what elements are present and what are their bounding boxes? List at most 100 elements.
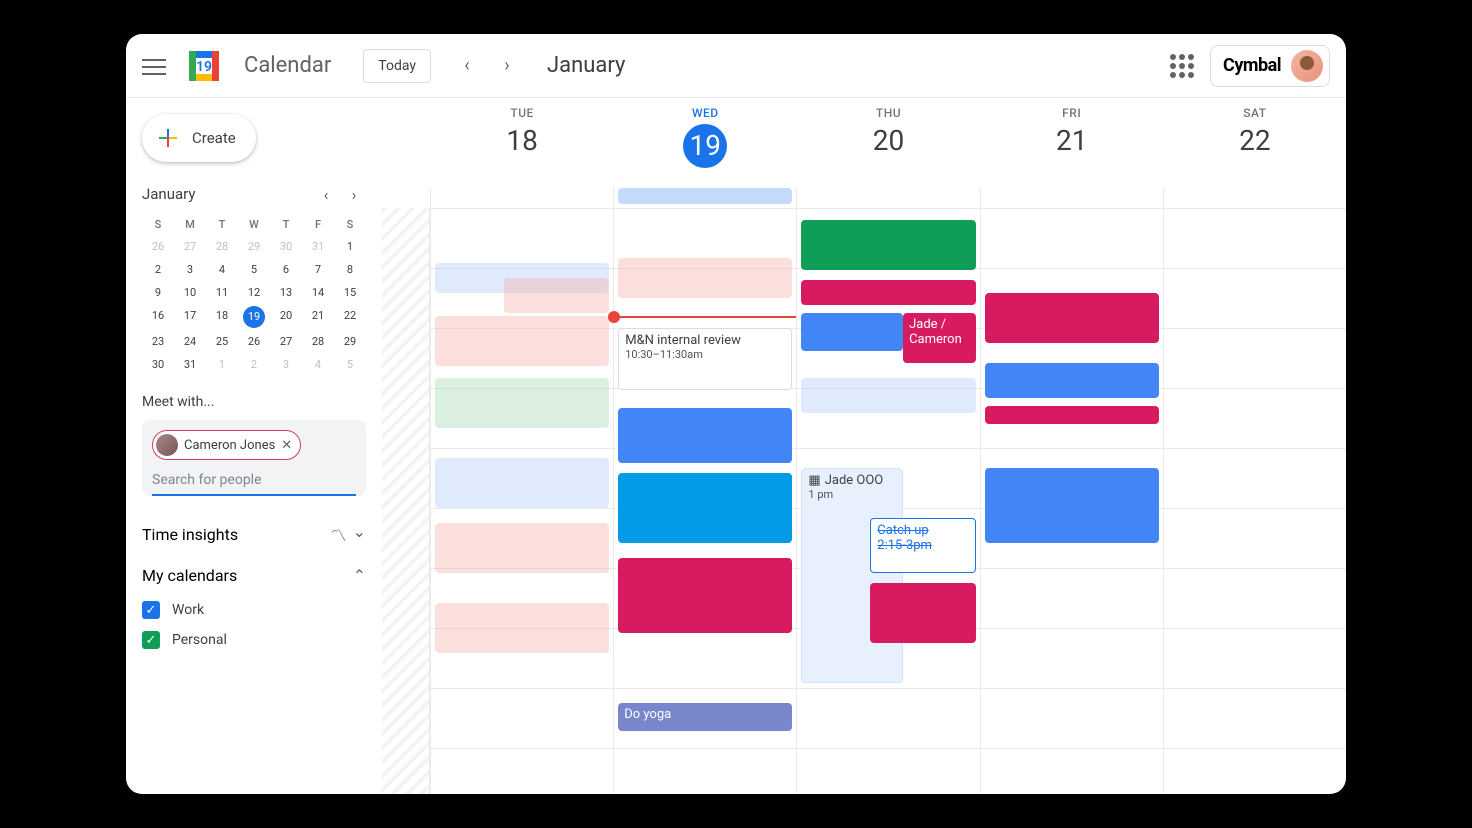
mini-day[interactable]: 13 — [270, 281, 302, 304]
mini-day[interactable]: 16 — [142, 304, 174, 330]
event[interactable] — [985, 468, 1159, 543]
mini-day[interactable]: 3 — [174, 258, 206, 281]
time-insights-toggle[interactable]: Time insights 〽⌄ — [142, 512, 366, 556]
mini-day[interactable]: 31 — [174, 353, 206, 376]
person-chip[interactable]: Cameron Jones ✕ — [152, 430, 301, 460]
create-button[interactable]: Create — [142, 114, 256, 162]
calendar-item-work[interactable]: ✓ Work — [142, 595, 366, 625]
checkbox-checked-icon[interactable]: ✓ — [142, 601, 160, 619]
day-header[interactable]: THU20 — [796, 98, 979, 188]
event[interactable] — [801, 378, 975, 413]
mini-day[interactable]: 26 — [238, 330, 270, 353]
mini-day[interactable]: 14 — [302, 281, 334, 304]
event[interactable] — [618, 258, 792, 298]
event-jade-ooo[interactable]: ▦Jade OOO 1 pm — [801, 468, 903, 683]
prev-week-button[interactable]: ‹ — [451, 50, 483, 82]
mini-day[interactable]: 5 — [238, 258, 270, 281]
event[interactable] — [435, 523, 609, 573]
mini-day[interactable]: 29 — [238, 235, 270, 258]
event-jade-cameron[interactable]: Jade / Cameron — [903, 313, 976, 363]
event[interactable] — [801, 220, 975, 270]
mini-calendar[interactable]: SMTWTFS262728293031123456789101112131415… — [142, 214, 366, 376]
my-calendars-toggle[interactable]: My calendars ⌃ — [142, 556, 366, 595]
mini-day[interactable]: 2 — [238, 353, 270, 376]
event[interactable] — [870, 583, 975, 643]
mini-day[interactable]: 5 — [334, 353, 366, 376]
event[interactable] — [435, 458, 609, 508]
event[interactable] — [985, 293, 1159, 343]
mini-day[interactable]: 8 — [334, 258, 366, 281]
event[interactable] — [985, 406, 1159, 424]
mini-day[interactable]: 26 — [142, 235, 174, 258]
day-column[interactable]: Jade / Cameron ▦Jade OOO 1 pm Catch up 2… — [796, 208, 979, 794]
event-time: 10:30–11:30am — [625, 348, 785, 361]
mini-day[interactable]: 22 — [334, 304, 366, 330]
event[interactable] — [618, 558, 792, 633]
mini-day[interactable]: 17 — [174, 304, 206, 330]
mini-day[interactable]: 15 — [334, 281, 366, 304]
mini-day[interactable]: 7 — [302, 258, 334, 281]
mini-day[interactable]: 4 — [302, 353, 334, 376]
apps-grid-icon[interactable] — [1170, 54, 1194, 78]
chip-remove-icon[interactable]: ✕ — [281, 438, 292, 453]
event[interactable] — [435, 316, 609, 366]
event[interactable] — [435, 378, 609, 428]
mini-day[interactable]: 27 — [174, 235, 206, 258]
mini-day[interactable]: 28 — [302, 330, 334, 353]
create-label: Create — [192, 129, 236, 147]
mini-day[interactable]: 24 — [174, 330, 206, 353]
mini-prev-month[interactable]: ‹ — [314, 182, 338, 206]
mini-day[interactable]: 30 — [142, 353, 174, 376]
mini-day[interactable]: 28 — [206, 235, 238, 258]
mini-day[interactable]: 9 — [142, 281, 174, 304]
event[interactable] — [504, 278, 609, 313]
mini-day[interactable]: 3 — [270, 353, 302, 376]
mini-day[interactable]: 19 — [243, 306, 265, 328]
mini-day[interactable]: 27 — [270, 330, 302, 353]
mini-day[interactable]: 31 — [302, 235, 334, 258]
account-chip[interactable]: Cymbal — [1210, 45, 1330, 87]
day-header[interactable]: FRI21 — [980, 98, 1163, 188]
today-button[interactable]: Today — [363, 49, 431, 83]
mini-day[interactable]: 1 — [334, 235, 366, 258]
mini-day[interactable]: 12 — [238, 281, 270, 304]
next-week-button[interactable]: › — [491, 50, 523, 82]
day-column[interactable]: M&N internal review 10:30–11:30am Do yog… — [613, 208, 796, 794]
mini-day[interactable]: 10 — [174, 281, 206, 304]
event[interactable] — [618, 473, 792, 543]
calendar-name: Personal — [172, 632, 227, 648]
event[interactable] — [618, 408, 792, 463]
day-column[interactable] — [1163, 208, 1346, 794]
mini-day[interactable]: 30 — [270, 235, 302, 258]
day-header[interactable]: TUE18 — [430, 98, 613, 188]
event[interactable] — [801, 280, 975, 305]
menu-icon[interactable] — [142, 54, 166, 78]
day-column[interactable] — [980, 208, 1163, 794]
mini-day[interactable]: 6 — [270, 258, 302, 281]
mini-day[interactable]: 1 — [206, 353, 238, 376]
mini-day[interactable]: 29 — [334, 330, 366, 353]
allday-event[interactable] — [618, 188, 792, 204]
mini-day[interactable]: 4 — [206, 258, 238, 281]
mini-next-month[interactable]: › — [342, 182, 366, 206]
day-column[interactable] — [430, 208, 613, 794]
event-mn-review[interactable]: M&N internal review 10:30–11:30am — [618, 328, 792, 390]
mini-day[interactable]: 25 — [206, 330, 238, 353]
event-do-yoga[interactable]: Do yoga — [618, 703, 792, 731]
mini-day[interactable]: 2 — [142, 258, 174, 281]
calendar-item-personal[interactable]: ✓ Personal — [142, 625, 366, 655]
event[interactable] — [985, 363, 1159, 398]
app-window: 19 Calendar Today ‹ › January Cymbal Cre… — [126, 34, 1346, 794]
mini-day[interactable]: 11 — [206, 281, 238, 304]
day-header[interactable]: WED19 — [613, 98, 796, 188]
checkbox-checked-icon[interactable]: ✓ — [142, 631, 160, 649]
mini-day[interactable]: 21 — [302, 304, 334, 330]
event-catchup[interactable]: Catch up 2:15-3pm — [870, 518, 975, 573]
mini-day[interactable]: 20 — [270, 304, 302, 330]
mini-day[interactable]: 18 — [206, 304, 238, 330]
search-people-input[interactable] — [152, 460, 356, 496]
event[interactable] — [801, 313, 903, 351]
mini-day[interactable]: 23 — [142, 330, 174, 353]
event[interactable] — [435, 603, 609, 653]
day-header[interactable]: SAT22 — [1163, 98, 1346, 188]
